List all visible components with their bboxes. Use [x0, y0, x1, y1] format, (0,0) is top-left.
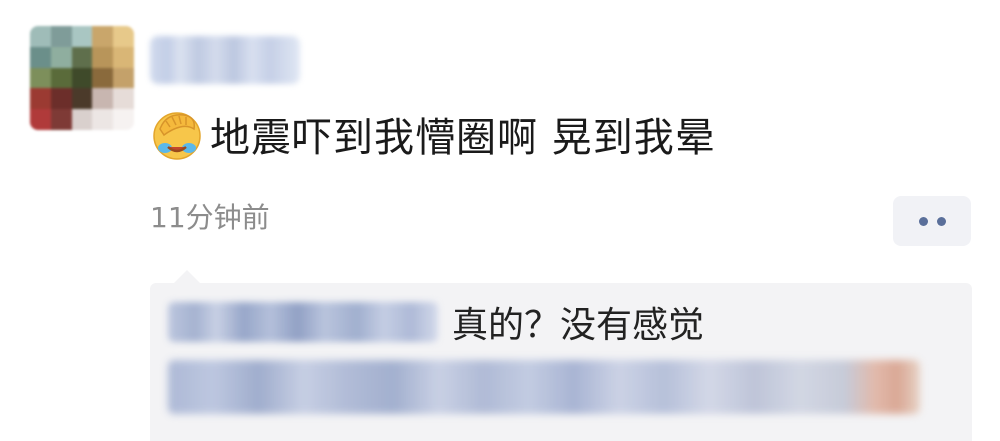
post-text: 地震吓到我懵圈啊 晃到我晕 — [210, 115, 716, 161]
moments-post: 地震吓到我懵圈啊 晃到我晕 11分钟前 真的？没有感觉 — [0, 0, 1000, 441]
comment-box-notch — [174, 270, 200, 283]
comment-text: 真的？没有感觉 — [452, 305, 705, 346]
comment-item-blurred[interactable] — [168, 360, 920, 414]
more-button[interactable] — [893, 196, 971, 246]
post-content: 地震吓到我懵圈啊 晃到我晕 — [150, 104, 716, 164]
comment-item[interactable]: 真的？没有感觉 — [168, 297, 704, 347]
commenter-name-blurred[interactable] — [168, 302, 438, 342]
face-palm-crying-emoji-icon — [153, 112, 201, 160]
more-dot-icon — [918, 216, 928, 226]
more-dot-icon — [936, 216, 946, 226]
post-timestamp: 11分钟前 — [150, 201, 270, 234]
username-blurred[interactable] — [150, 36, 300, 84]
avatar[interactable] — [30, 26, 134, 130]
